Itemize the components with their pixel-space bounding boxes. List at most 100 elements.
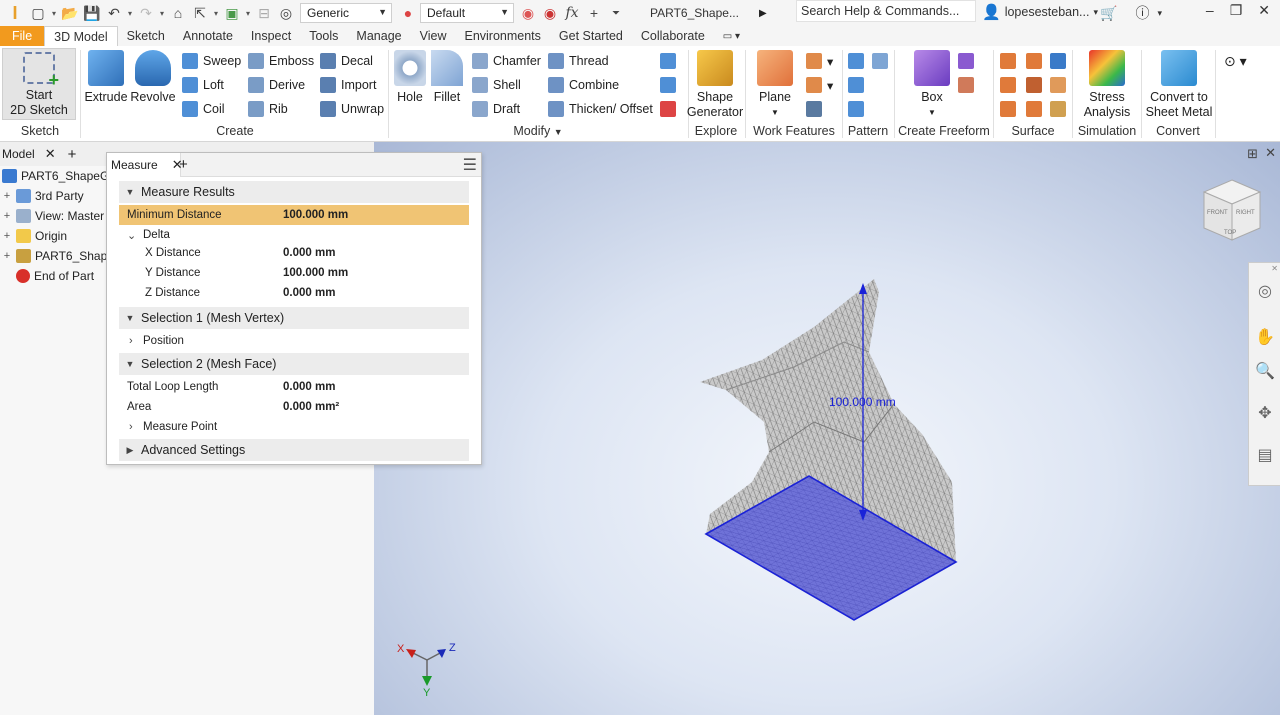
view-cube[interactable]: FRONT RIGHT TOP [1202,179,1262,241]
sketch-pattern-icon[interactable] [848,100,864,118]
material-icon[interactable]: ◎ [276,3,296,23]
import-button[interactable]: Import [320,76,376,94]
expand-icon[interactable]: + [2,190,12,202]
advanced-settings-section[interactable]: ▶ Advanced Settings [119,439,469,461]
plus-icon[interactable]: + [179,156,188,173]
update-icon[interactable]: ▣ [222,3,242,23]
adjust-appearance-icon[interactable]: ◉ [518,3,538,23]
fillet-button[interactable]: Fillet [430,50,464,105]
expand-icon[interactable]: + [2,230,12,242]
help-icon[interactable]: ⓘ [1135,3,1149,23]
point-icon[interactable]: ▾ [806,76,833,94]
tab-tools[interactable]: Tools [300,26,347,46]
surface-icon-7[interactable] [1000,100,1016,118]
surface-icon-3[interactable] [1050,52,1066,70]
convert-sheet-metal-button[interactable]: Convert to Sheet Metal [1144,50,1214,120]
shell-button[interactable]: Shell [472,76,521,94]
steering-wheel-icon[interactable]: ◎ [1254,281,1276,303]
new-file-icon[interactable]: ▢ [28,3,48,23]
inventor-logo[interactable]: I [4,3,26,23]
material-dropdown[interactable]: Generic ▼ [300,3,392,23]
delete-face-icon[interactable] [660,100,676,118]
appearance-icon[interactable]: ● [398,3,418,23]
zoom-icon[interactable]: 🔍 [1254,361,1276,383]
graphics-viewport[interactable]: 100.000 mm FRONT RIGHT TOP X Z Y ⊞ ✕ ✕ ◎… [374,142,1280,715]
extrude-button[interactable]: Extrude [84,50,128,105]
undo-icon[interactable]: ↶ [104,3,124,23]
pan-icon[interactable]: ✋ [1254,327,1276,349]
emboss-button[interactable]: Emboss [248,52,314,70]
selection-1-section[interactable]: ▼ Selection 1 (Mesh Vertex) [119,307,469,329]
tab-measure[interactable]: Measure ✕ [107,153,183,177]
expand-icon[interactable]: + [2,210,12,222]
clear-appearance-icon[interactable]: ◉ [540,3,560,23]
tab-model[interactable]: Model [2,147,35,161]
plane-button[interactable]: Plane ▼ [752,50,798,120]
coil-button[interactable]: Coil [182,100,225,118]
shape-generator-button[interactable]: Shape Generator [687,50,743,120]
look-at-icon[interactable]: ▤ [1254,445,1276,467]
home-icon[interactable]: ⌂ [168,3,188,23]
document-tab[interactable]: PART6_Shape... [650,6,739,20]
axis-icon[interactable]: ▾ [806,52,833,70]
hole-button[interactable]: Hole [392,50,428,105]
tab-manage[interactable]: Manage [347,26,410,46]
tab-file[interactable]: File [0,26,45,46]
surface-icon-1[interactable] [1000,52,1016,70]
menu-icon[interactable]: ☰ [463,155,477,175]
ribbon-options-icon[interactable]: ⊙ ▾ [1224,52,1247,70]
convert-freeform-icon[interactable] [958,76,974,94]
tab-annotate[interactable]: Annotate [174,26,242,46]
chevron-down-icon[interactable]: ▾ [126,3,134,23]
chevron-down-icon[interactable]: ▾ [50,3,58,23]
delta-row[interactable]: ⌄ Delta [119,225,469,245]
cart-icon[interactable]: 🛒 [1100,5,1117,22]
minimize-icon[interactable]: – [1206,2,1214,19]
close-icon[interactable]: ✕ [1265,145,1276,161]
direct-edit-icon[interactable] [660,52,676,70]
chevron-down-icon[interactable]: ▾ [212,3,220,23]
panel-modify-label[interactable]: Modify ▼ [390,124,686,138]
redo-icon[interactable]: ↷ [136,3,156,23]
chevron-right-icon[interactable]: ▶ [759,8,767,19]
circular-pattern-icon[interactable] [848,76,864,94]
position-row[interactable]: › Position [119,331,469,351]
appearance-dropdown[interactable]: Default ▼ [420,3,514,23]
selection-2-section[interactable]: ▼ Selection 2 (Mesh Face) [119,353,469,375]
viewport-split-icon[interactable]: ⊞ [1247,146,1258,162]
open-folder-icon[interactable]: 📂 [60,3,80,23]
tab-collaborate[interactable]: Collaborate [632,26,714,46]
close-icon[interactable]: ✕ [45,146,56,162]
mirror-icon[interactable] [872,52,888,70]
chevron-down-icon[interactable]: ▾ [1157,8,1162,19]
box-button[interactable]: Box ▼ [910,50,954,120]
combine-button[interactable]: Combine [548,76,619,94]
surface-icon-9[interactable] [1050,100,1066,118]
measure-results-section[interactable]: ▼ Measure Results [119,181,469,203]
surface-icon-4[interactable] [1000,76,1016,94]
surface-icon-8[interactable] [1026,100,1042,118]
plus-icon[interactable]: + [68,146,77,163]
close-icon[interactable]: ✕ [1258,2,1270,19]
chamfer-button[interactable]: Chamfer [472,52,541,70]
stress-analysis-button[interactable]: Stress Analysis [1080,50,1134,120]
parameters-icon[interactable]: fx [562,3,582,23]
select-filter-icon[interactable]: ⇱ [190,3,210,23]
draft-button[interactable]: Draft [472,100,520,118]
chevron-down-icon[interactable]: ▾ [158,3,166,23]
search-input[interactable]: Search Help & Commands... [796,0,976,22]
thread-button[interactable]: Thread [548,52,609,70]
derive-button[interactable]: Derive [248,76,305,94]
tab-view[interactable]: View [411,26,456,46]
loft-button[interactable]: Loft [182,76,224,94]
tab-3d-model[interactable]: 3D Model [44,26,118,46]
minimum-distance-row[interactable]: Minimum Distance 100.000 mm [119,205,469,225]
rib-button[interactable]: Rib [248,100,288,118]
start-2d-sketch-button[interactable]: + Start 2D Sketch [2,48,76,120]
decal-button[interactable]: Decal [320,52,373,70]
plus-icon[interactable]: + [584,3,604,23]
restore-icon[interactable]: ❐ [1230,2,1243,19]
rectangular-pattern-icon[interactable] [848,52,864,70]
face-icon[interactable] [958,52,974,70]
orbit-icon[interactable]: ✥ [1254,403,1276,425]
